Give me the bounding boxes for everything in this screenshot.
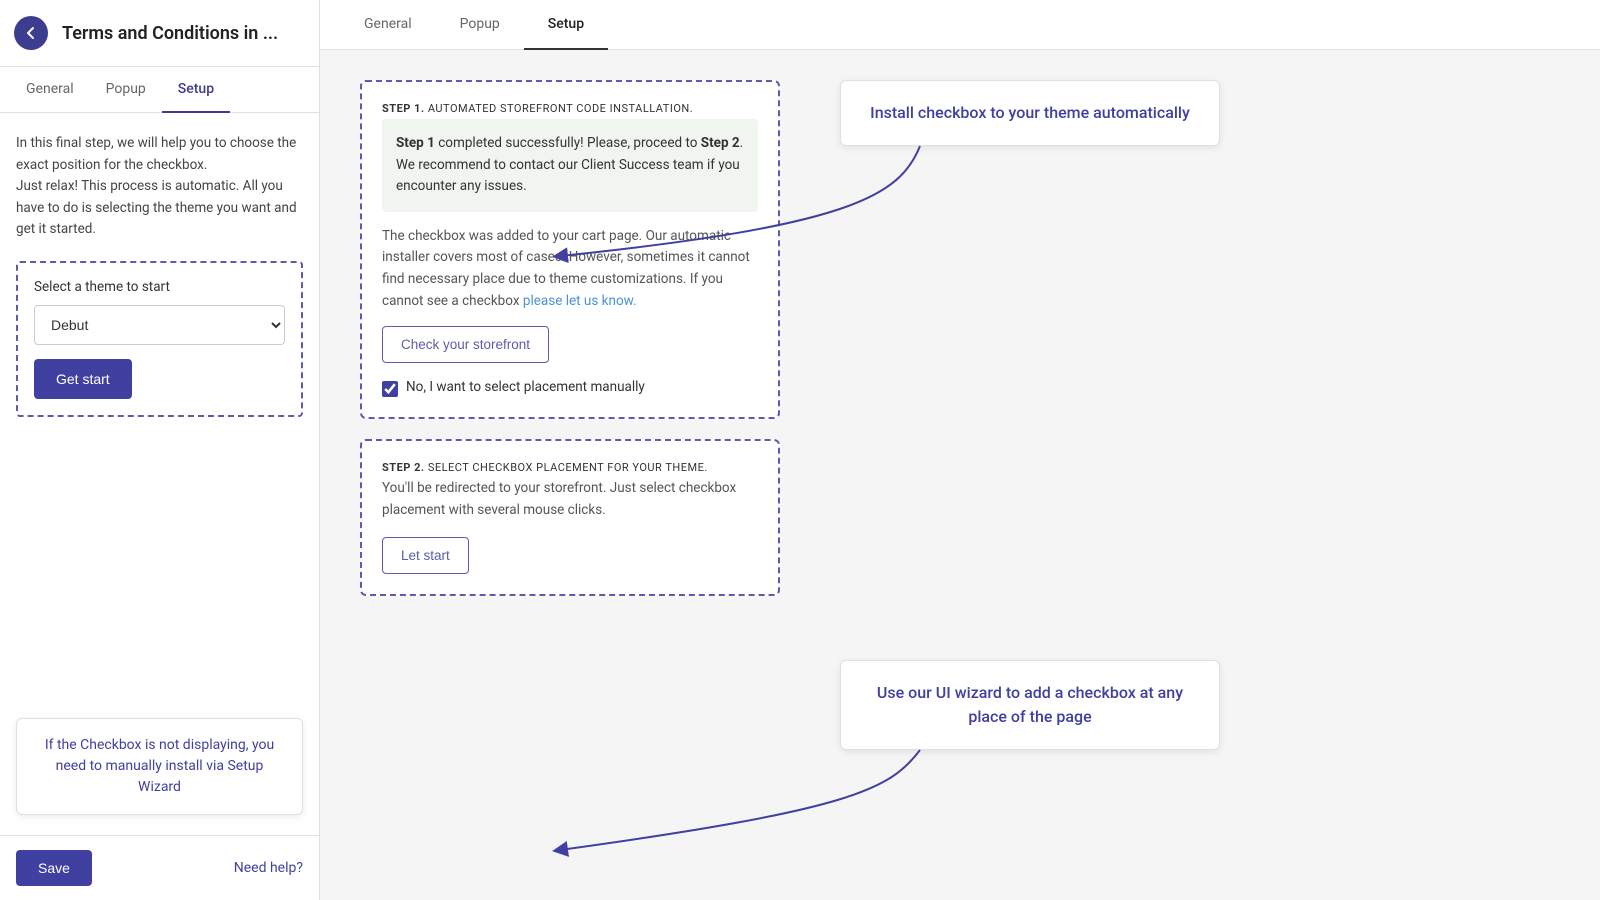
- sidebar-title: Terms and Conditions in ...: [62, 23, 278, 44]
- theme-select[interactable]: Debut: [34, 305, 285, 345]
- sidebar-tab-setup[interactable]: Setup: [162, 67, 230, 113]
- save-button[interactable]: Save: [16, 850, 92, 886]
- sidebar: Terms and Conditions in ... General Popu…: [0, 0, 320, 900]
- arrow-2-svg: [840, 740, 1040, 860]
- main-tab-general[interactable]: General: [340, 0, 436, 50]
- sidebar-callout-box: If the Checkbox is not displaying, you n…: [16, 718, 303, 815]
- back-button[interactable]: [14, 16, 48, 50]
- sidebar-tab-popup[interactable]: Popup: [90, 67, 162, 113]
- step1-success-text: completed successfully! Please, proceed …: [435, 135, 701, 151]
- step1-success-title: Step 1: [396, 135, 435, 151]
- get-start-button[interactable]: Get start: [34, 359, 132, 399]
- steps-column: STEP 1. Automated storefront code instal…: [360, 80, 780, 596]
- main-body: STEP 1. Automated storefront code instal…: [320, 50, 1600, 900]
- sidebar-content: In this final step, we will help you to …: [0, 113, 319, 718]
- main-tab-setup[interactable]: Setup: [524, 0, 608, 50]
- need-help-link[interactable]: Need help?: [234, 860, 303, 876]
- step2-label: STEP 2. Select checkbox placement for yo…: [382, 461, 758, 474]
- sidebar-description: In this final step, we will help you to …: [16, 133, 303, 241]
- manual-placement-row: No, I want to select placement manually: [382, 379, 758, 397]
- let-start-button[interactable]: Let start: [382, 537, 469, 574]
- manual-placement-checkbox[interactable]: [382, 381, 398, 397]
- annotation-box-2: Use our UI wizard to add a checkbox at a…: [840, 660, 1220, 750]
- step1-link[interactable]: please let us know.: [523, 293, 637, 309]
- arrow-1-svg: [840, 136, 1040, 276]
- step2-desc: You'll be redirected to your storefront.…: [382, 478, 758, 521]
- sidebar-header: Terms and Conditions in ...: [0, 0, 319, 67]
- step1-card: STEP 1. Automated storefront code instal…: [360, 80, 780, 419]
- step1-label: STEP 1. Automated storefront code instal…: [382, 102, 758, 115]
- sidebar-footer: Save Need help?: [0, 835, 319, 900]
- sidebar-callout-text: If the Checkbox is not displaying, you n…: [37, 735, 282, 798]
- select-theme-label: Select a theme to start: [34, 279, 285, 295]
- annotation-text-2: Use our UI wizard to add a checkbox at a…: [865, 681, 1195, 729]
- main-content: General Popup Setup STEP 1. Automated st…: [320, 0, 1600, 900]
- sidebar-tabs: General Popup Setup: [0, 67, 319, 113]
- theme-selection-box: Select a theme to start Debut Get start: [16, 261, 303, 417]
- sidebar-tab-general[interactable]: General: [10, 67, 90, 113]
- check-storefront-button[interactable]: Check your storefront: [382, 326, 549, 363]
- step1-success-box: Step 1 completed successfully! Please, p…: [382, 119, 758, 212]
- annotation-text-1: Install checkbox to your theme automatic…: [865, 101, 1195, 125]
- step1-success-step2: Step 2: [701, 135, 740, 151]
- step2-card: STEP 2. Select checkbox placement for yo…: [360, 439, 780, 596]
- main-tabs: General Popup Setup: [320, 0, 1600, 50]
- main-tab-popup[interactable]: Popup: [436, 0, 524, 50]
- annotations-column: Install checkbox to your theme automatic…: [820, 80, 1240, 860]
- manual-placement-label: No, I want to select placement manually: [406, 379, 645, 395]
